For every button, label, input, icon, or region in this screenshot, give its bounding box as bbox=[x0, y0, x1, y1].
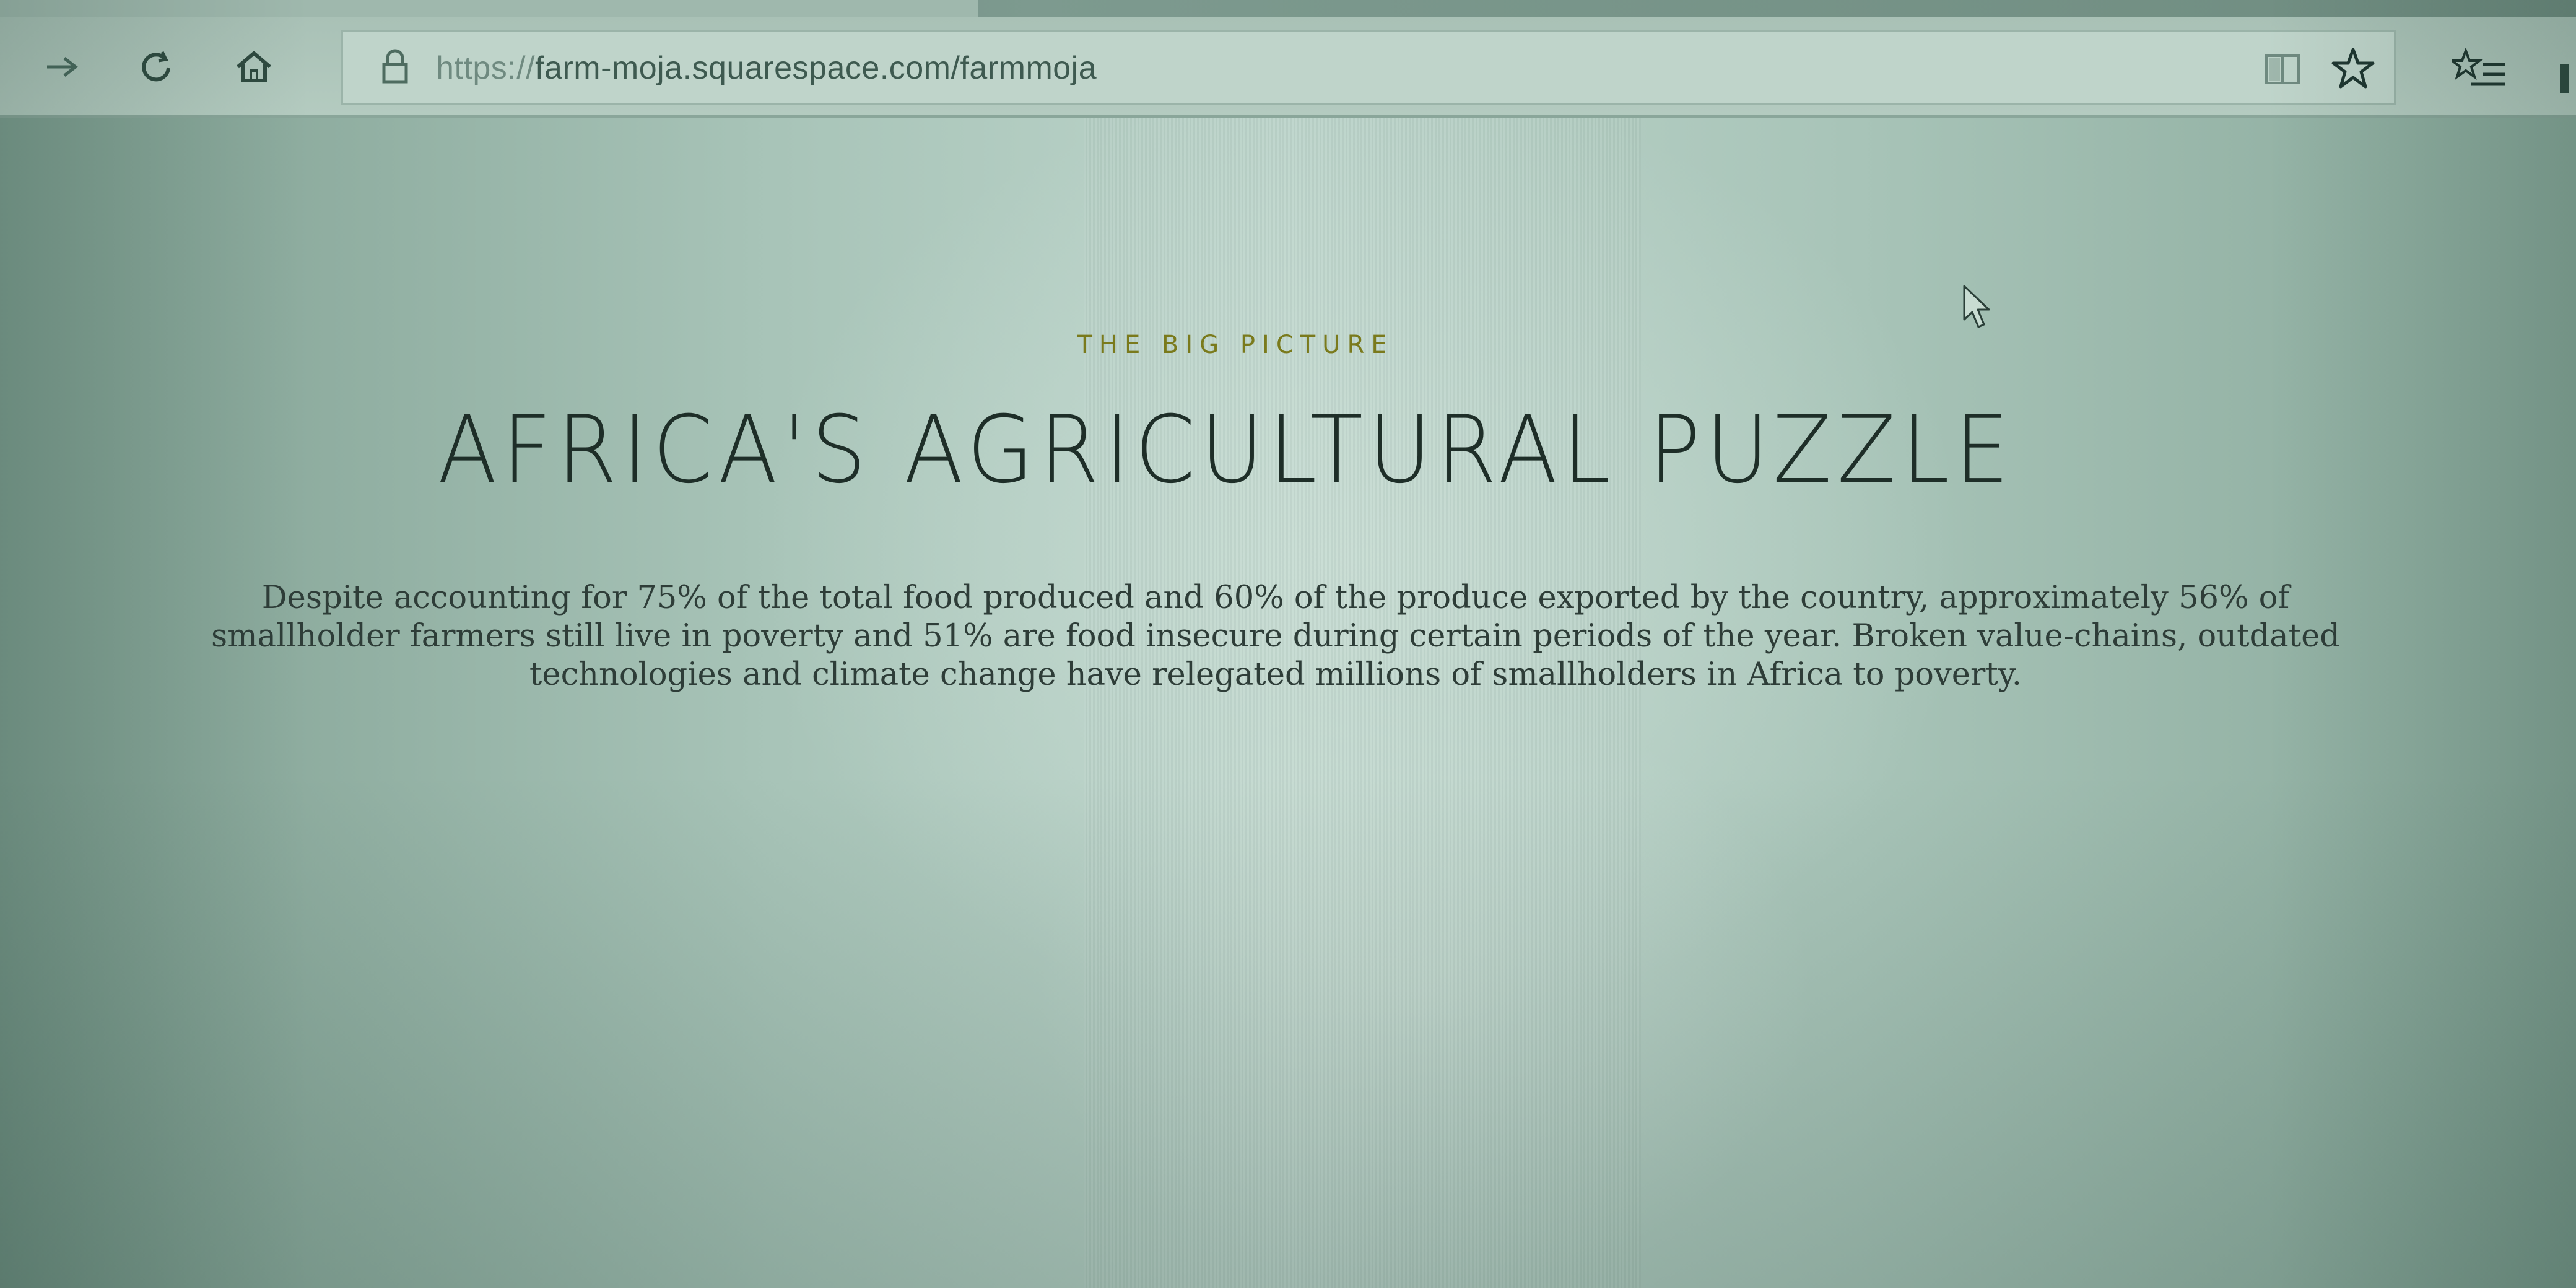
address-bar[interactable]: https://farm-moja.squarespace.com/farmmo… bbox=[341, 30, 2396, 105]
forward-arrow-icon[interactable] bbox=[37, 42, 87, 92]
menu-edge-icon[interactable] bbox=[2551, 54, 2576, 98]
body-paragraph: Despite accounting for 75% of the total … bbox=[124, 579, 2427, 694]
section-eyebrow: THE BIG PICTURE bbox=[1077, 331, 1394, 359]
body-line: Despite accounting for 75% of the total … bbox=[261, 580, 2290, 616]
url-scheme: https:// bbox=[436, 50, 536, 86]
home-icon[interactable] bbox=[229, 42, 279, 92]
mouse-cursor-icon bbox=[1963, 285, 1990, 328]
url-text[interactable]: https://farm-moja.squarespace.com/farmmo… bbox=[436, 50, 1097, 87]
star-icon[interactable] bbox=[2331, 46, 2375, 90]
browser-toolbar: https://farm-moja.squarespace.com/farmmo… bbox=[0, 17, 2576, 118]
page-title: AFRICA'S AGRICULTURAL PUZZLE bbox=[437, 396, 2015, 504]
refresh-icon[interactable] bbox=[131, 42, 181, 92]
url-host-path: farm-moja.squarespace.com/farmmoja bbox=[535, 50, 1097, 86]
favorites-hub-icon[interactable] bbox=[2452, 48, 2508, 98]
body-line: technologies and climate change have rel… bbox=[529, 656, 2022, 693]
reading-view-icon[interactable] bbox=[2263, 50, 2302, 89]
active-tab[interactable] bbox=[0, 0, 978, 17]
body-line: smallholder farmers still live in povert… bbox=[211, 618, 2340, 655]
lock-icon bbox=[382, 49, 408, 84]
tab-strip bbox=[0, 0, 2576, 17]
page-content: THE BIG PICTURE AFRICA'S AGRICULTURAL PU… bbox=[0, 118, 2576, 1288]
